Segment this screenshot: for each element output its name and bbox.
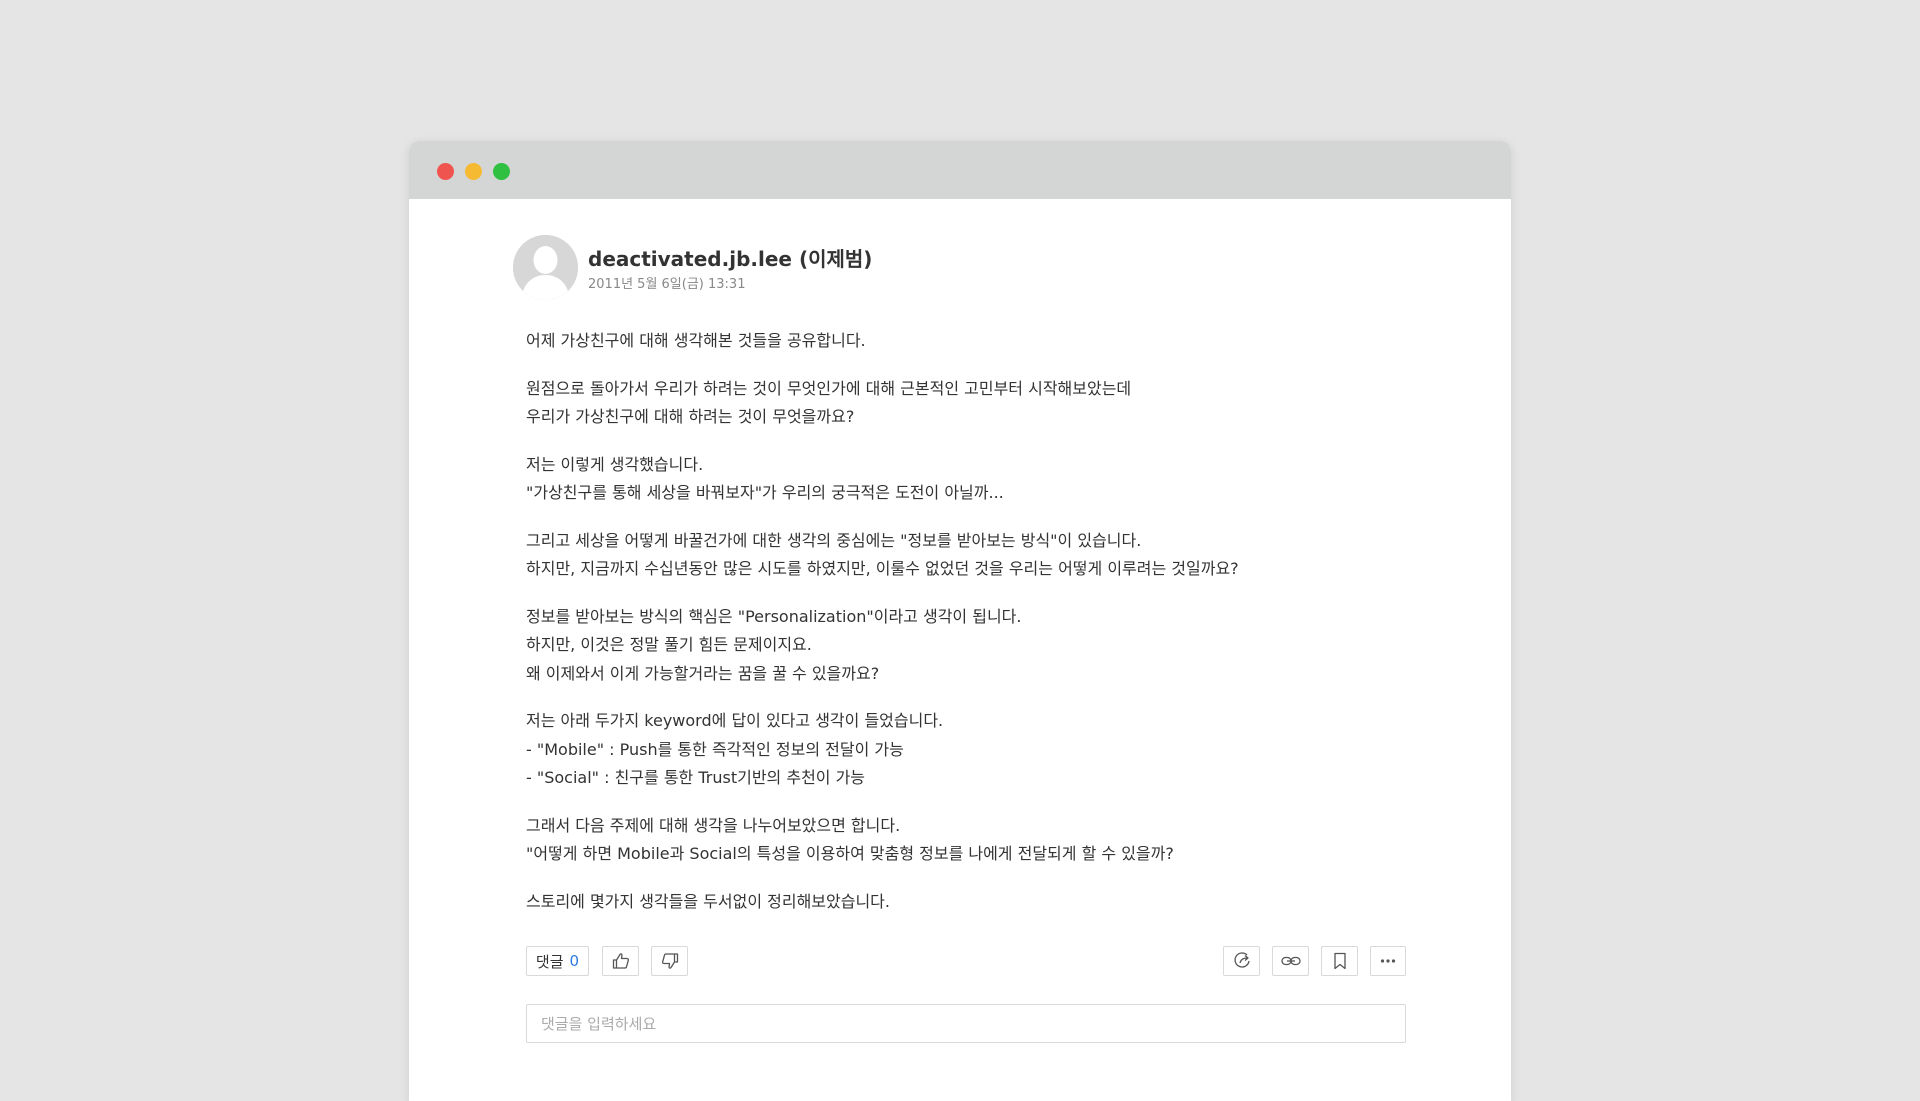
post-line: 원점으로 돌아가서 우리가 하려는 것이 무엇인가에 대해 근본적인 고민부터 … xyxy=(526,378,1132,398)
post-paragraph: 어제 가상친구에 대해 생각해본 것들을 공유합니다. xyxy=(526,327,1386,356)
post-line: 하지만, 지금까지 수십년동안 많은 시도를 하였지만, 이룰수 없었던 것을 … xyxy=(526,559,1239,578)
avatar[interactable] xyxy=(513,235,578,300)
post-paragraph: 스토리에 몇가지 생각들을 두서없이 정리해보았습니다. xyxy=(526,888,1386,917)
post-paragraph: 저는 아래 두가지 keyword에 답이 있다고 생각이 들었습니다. - "M… xyxy=(526,707,1386,793)
post-line: 정보를 받아보는 방식의 핵심은 "Personalization"이라고 생각… xyxy=(526,606,1022,626)
post-line: 어제 가상친구에 대해 생각해본 것들을 공유합니다. xyxy=(526,331,866,350)
post-line: 왜 이제와서 이게 가능할거라는 꿈을 꿀 수 있을까요? xyxy=(526,663,880,683)
post-line: 저는 아래 두가지 keyword에 답이 있다고 생각이 들었습니다. xyxy=(526,711,944,730)
post-line: 저는 이렇게 생각했습니다. xyxy=(526,454,704,474)
like-button[interactable] xyxy=(602,946,639,976)
copy-link-button[interactable] xyxy=(1272,946,1309,976)
more-dots-icon xyxy=(1380,959,1396,963)
post-card: deactivated.jb.lee (이제범) 2011년 5월 6일(금) … xyxy=(513,235,1393,911)
window-minimize-button[interactable] xyxy=(465,163,482,180)
comment-input[interactable] xyxy=(526,1004,1406,1043)
post-line: "어떻게 하면 Mobile과 Social의 특성을 이용하여 맞춤형 정보를… xyxy=(526,844,1174,863)
post-paragraph: 그래서 다음 주제에 대해 생각을 나누어보았으면 합니다. "어떻게 하면 Mo… xyxy=(526,812,1386,869)
post-header: deactivated.jb.lee (이제범) 2011년 5월 6일(금) … xyxy=(513,235,1393,301)
post-line: 우리가 가상친구에 대해 하려는 것이 무엇을까요? xyxy=(526,407,855,426)
share-button[interactable] xyxy=(1223,946,1260,976)
post-body: 어제 가상친구에 대해 생각해본 것들을 공유합니다. 원점으로 돌아가서 우리가… xyxy=(526,327,1386,935)
post-line: "가상친구를 통해 세상을 바꿔보자"가 우리의 궁극적은 도전이 아닐까... xyxy=(526,483,1004,502)
link-icon xyxy=(1280,956,1301,966)
post-line: 스토리에 몇가지 생각들을 두서없이 정리해보았습니다. xyxy=(526,891,890,911)
post-paragraph: 그리고 세상을 어떻게 바꿀건가에 대한 생각의 중심에는 "정보를 받아보는 … xyxy=(526,527,1386,584)
window-close-button[interactable] xyxy=(437,163,454,180)
post-line: - "Mobile" : Push를 통한 즉각적인 정보의 전달이 가능 xyxy=(526,739,904,759)
post-line: - "Social" : 친구를 통한 Trust기반의 추천이 가능 xyxy=(526,768,866,787)
window-titlebar xyxy=(409,141,1511,199)
app-window: deactivated.jb.lee (이제범) 2011년 5월 6일(금) … xyxy=(409,141,1511,1101)
more-options-button[interactable] xyxy=(1370,946,1406,976)
author-name[interactable]: deactivated.jb.lee (이제범) xyxy=(588,243,872,272)
default-profile-icon xyxy=(513,235,578,300)
comment-count: 0 xyxy=(569,952,580,970)
post-paragraph: 정보를 받아보는 방식의 핵심은 "Personalization"이라고 생각… xyxy=(526,603,1386,689)
post-paragraph: 원점으로 돌아가서 우리가 하려는 것이 무엇인가에 대해 근본적인 고민부터 … xyxy=(526,375,1386,432)
post-actions: 댓글 0 xyxy=(526,946,1406,978)
thumbs-up-icon xyxy=(612,953,629,969)
bookmark-button[interactable] xyxy=(1321,946,1358,976)
thumbs-down-icon xyxy=(661,953,678,969)
comment-label: 댓글 xyxy=(535,952,564,971)
window-maximize-button[interactable] xyxy=(493,163,510,180)
dislike-button[interactable] xyxy=(651,946,688,976)
share-icon xyxy=(1234,952,1250,968)
post-line: 하지만, 이것은 정말 풀기 힘든 문제이지요. xyxy=(526,635,812,654)
post-line: 그리고 세상을 어떻게 바꿀건가에 대한 생각의 중심에는 "정보를 받아보는 … xyxy=(526,530,1142,550)
post-date: 2011년 5월 6일(금) 13:31 xyxy=(588,277,746,292)
bookmark-icon xyxy=(1333,952,1346,970)
post-paragraph: 저는 이렇게 생각했습니다. "가상친구를 통해 세상을 바꿔보자"가 우리의 궁… xyxy=(526,451,1386,508)
comment-button[interactable]: 댓글 0 xyxy=(526,946,589,976)
post-line: 그래서 다음 주제에 대해 생각을 나누어보았으면 합니다. xyxy=(526,815,901,835)
